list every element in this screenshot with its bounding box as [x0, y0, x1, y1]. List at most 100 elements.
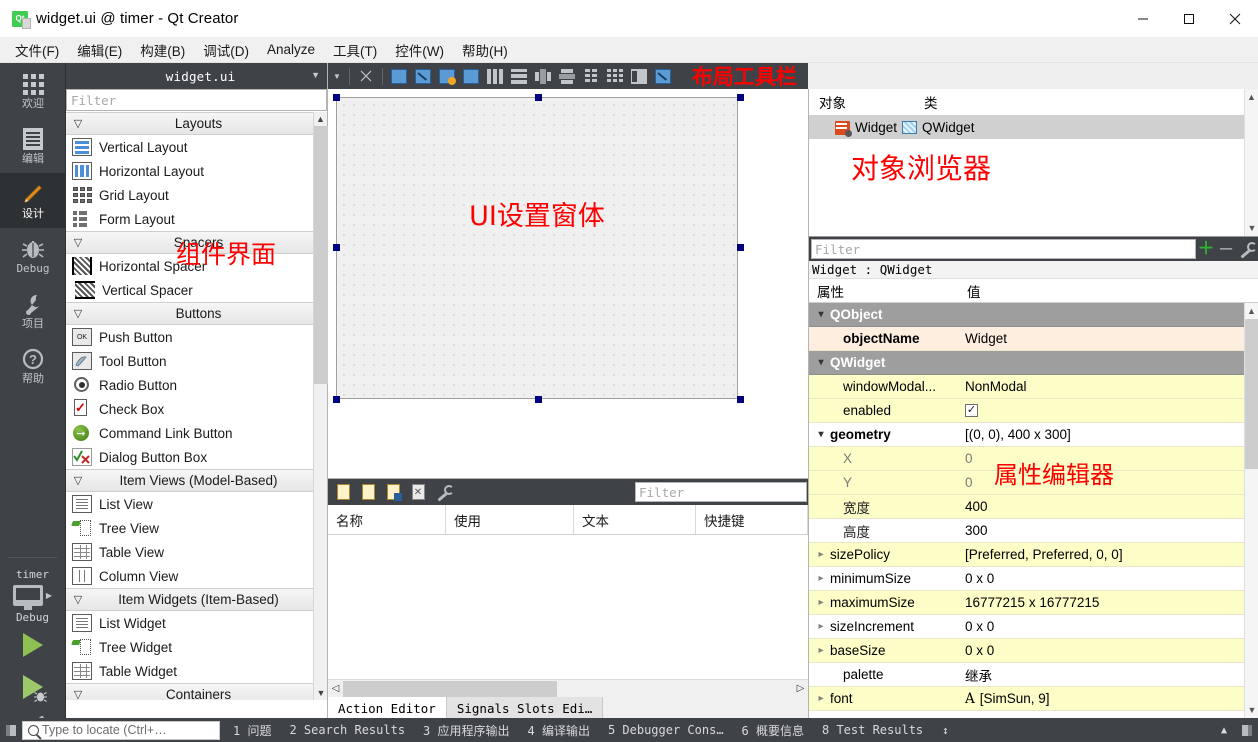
tab-action-editor[interactable]: Action Editor [328, 697, 446, 719]
resize-handle-bottom-right[interactable] [737, 396, 744, 403]
category-item-views[interactable]: ▽ Item Views (Model-Based) [66, 469, 327, 492]
output-pane-overview[interactable]: 6 概要信息 [733, 722, 813, 739]
chevron-right-icon[interactable]: ▸ [815, 621, 827, 632]
resize-handle-bottom-center[interactable] [535, 396, 542, 403]
column-header-class[interactable]: 类 [914, 89, 1258, 115]
scrollbar-thumb[interactable] [314, 126, 328, 384]
action-editor-hscrollbar[interactable]: ◁ ▷ [328, 679, 808, 697]
property-group-qwidget[interactable]: ▾ QWidget [809, 351, 1244, 375]
property-row-geometry-width[interactable]: 宽度 400 [809, 495, 1244, 519]
property-row-objectname[interactable]: objectName Widget [809, 327, 1244, 351]
property-row-geometry[interactable]: ▾ geometry [(0, 0), 400 x 300] [809, 423, 1244, 447]
chevron-down-icon[interactable]: ▼ [314, 686, 328, 700]
property-row-minimumsize[interactable]: ▸ minimumSize 0 x 0 [809, 567, 1244, 591]
property-row-enabled[interactable]: enabled ✓ [809, 399, 1244, 423]
scrollbar-thumb[interactable] [1245, 319, 1258, 469]
category-item-widgets[interactable]: ▽ Item Widgets (Item-Based) [66, 588, 327, 611]
chevron-down-icon[interactable]: ▼ [1245, 220, 1258, 236]
widget-item-command-link-button[interactable]: ➞ Command Link Button [66, 421, 327, 445]
chevron-up-icon[interactable]: ▲ [1245, 89, 1258, 105]
property-value[interactable]: [SimSun, 9] [980, 691, 1050, 706]
document-tab-label[interactable]: widget.ui [66, 69, 311, 84]
layout-form-tool[interactable] [580, 65, 602, 87]
menu-edit[interactable]: 编辑(E) [68, 37, 131, 63]
layout-vertically-tool[interactable] [508, 65, 530, 87]
layout-splitter-vertical-tool[interactable] [556, 65, 578, 87]
mode-debug[interactable]: Debug [0, 228, 66, 283]
property-value[interactable]: 0 x 0 [959, 571, 1244, 586]
resize-handle-middle-left[interactable] [333, 244, 340, 251]
widget-item-tool-button[interactable]: Tool Button [66, 349, 327, 373]
category-buttons[interactable]: ▽ Buttons [66, 302, 327, 325]
resize-handle-middle-right[interactable] [737, 244, 744, 251]
widget-item-check-box[interactable]: ✓ Check Box [66, 397, 327, 421]
adjust-size-tool[interactable] [652, 65, 674, 87]
delete-action-button[interactable]: ✕ [407, 481, 429, 503]
locator-input[interactable]: Type to locate (Ctrl+… [22, 720, 220, 740]
configure-property-button[interactable] [1236, 239, 1257, 259]
output-pane-app-output[interactable]: 3 应用程序输出 [414, 722, 518, 739]
debug-run-button[interactable] [0, 666, 65, 708]
menu-widgets[interactable]: 控件(W) [386, 37, 453, 63]
widget-item-column-view[interactable]: Column View [66, 564, 327, 588]
new-action-button[interactable] [332, 481, 354, 503]
property-value[interactable]: 0 x 0 [959, 643, 1244, 658]
widget-item-tree-view[interactable]: Tree View [66, 516, 327, 540]
toggle-sidebar-left-button[interactable] [0, 724, 22, 736]
break-layout-tool[interactable] [628, 65, 650, 87]
menu-file[interactable]: 文件(F) [6, 37, 68, 63]
copy-action-button[interactable] [357, 481, 379, 503]
chevron-down-icon[interactable]: ▼ [1245, 702, 1258, 718]
resize-handle-top-right[interactable] [737, 94, 744, 101]
property-value[interactable]: 16777215 x 16777215 [959, 595, 1244, 610]
property-filter-input[interactable]: Filter [811, 239, 1196, 259]
triangle-up-icon[interactable]: ▲ [1212, 725, 1236, 736]
chevron-right-icon[interactable]: ▸ [815, 549, 827, 560]
edit-buddies-tool[interactable] [436, 65, 458, 87]
action-editor-filter-input[interactable]: Filter [635, 482, 807, 502]
kit-project-name[interactable]: timer [0, 562, 65, 581]
resize-handle-top-left[interactable] [333, 94, 340, 101]
column-header-property[interactable]: 属性 [809, 279, 959, 302]
column-header-text[interactable]: 文本 [574, 505, 696, 534]
widget-item-list-widget[interactable]: List Widget [66, 611, 327, 635]
enabled-checkbox[interactable]: ✓ [965, 404, 978, 417]
widget-item-list-view[interactable]: List View [66, 492, 327, 516]
form-widget[interactable]: UI设置窗体 [336, 97, 738, 399]
chevron-left-icon[interactable]: ◁ [328, 683, 343, 694]
widget-box-scrollbar[interactable]: ▲ ▼ [313, 112, 328, 700]
property-editor-scrollbar[interactable]: ▲ ▼ [1244, 303, 1258, 718]
mode-design[interactable]: 设计 [0, 173, 66, 228]
property-value[interactable]: 0 [959, 475, 1244, 490]
property-value[interactable]: 继承 [959, 665, 1244, 685]
tab-signals-slots-editor[interactable]: Signals Slots Edi… [445, 697, 604, 719]
widget-item-dialog-button-box[interactable]: Dialog Button Box [66, 445, 327, 469]
property-row-sizepolicy[interactable]: ▸ sizePolicy [Preferred, Preferred, 0, 0] [809, 543, 1244, 567]
object-inspector-scrollbar[interactable]: ▲ ▼ [1244, 89, 1258, 236]
mode-welcome[interactable]: 欢迎 [0, 63, 66, 118]
chevron-up-icon[interactable]: ▲ [1245, 303, 1258, 319]
output-pane-debugger-console[interactable]: 5 Debugger Cons… [599, 723, 733, 737]
edit-tab-order-tool[interactable] [460, 65, 482, 87]
kit-selector[interactable]: ▶ [0, 581, 65, 610]
action-editor-rows[interactable] [328, 535, 808, 679]
edit-widgets-tool[interactable] [388, 65, 410, 87]
column-header-shortcut[interactable]: 快捷键 [696, 505, 808, 534]
menu-tools[interactable]: 工具(T) [324, 37, 386, 63]
property-row-maximumsize[interactable]: ▸ maximumSize 16777215 x 16777215 [809, 591, 1244, 615]
property-value[interactable]: 300 [959, 523, 1244, 538]
chevron-right-icon[interactable]: ▸ [815, 573, 827, 584]
resize-handle-top-center[interactable] [535, 94, 542, 101]
property-row-font[interactable]: ▸ font A [SimSun, 9] [809, 687, 1244, 711]
property-value[interactable]: [(0, 0), 400 x 300] [959, 427, 1244, 442]
widget-box-filter-input[interactable]: Filter [66, 89, 327, 111]
menu-help[interactable]: 帮助(H) [453, 37, 517, 63]
up-down-arrows-icon[interactable]: ↕ [932, 724, 959, 737]
property-value[interactable]: 400 [959, 499, 1244, 514]
mode-projects[interactable]: 项目 [0, 283, 66, 338]
scrollbar-thumb[interactable] [343, 680, 557, 697]
mode-help[interactable]: ? 帮助 [0, 338, 66, 393]
design-canvas[interactable]: UI设置窗体 [328, 89, 808, 478]
widget-item-tree-widget[interactable]: Tree Widget [66, 635, 327, 659]
widget-item-table-widget[interactable]: Table Widget [66, 659, 327, 683]
